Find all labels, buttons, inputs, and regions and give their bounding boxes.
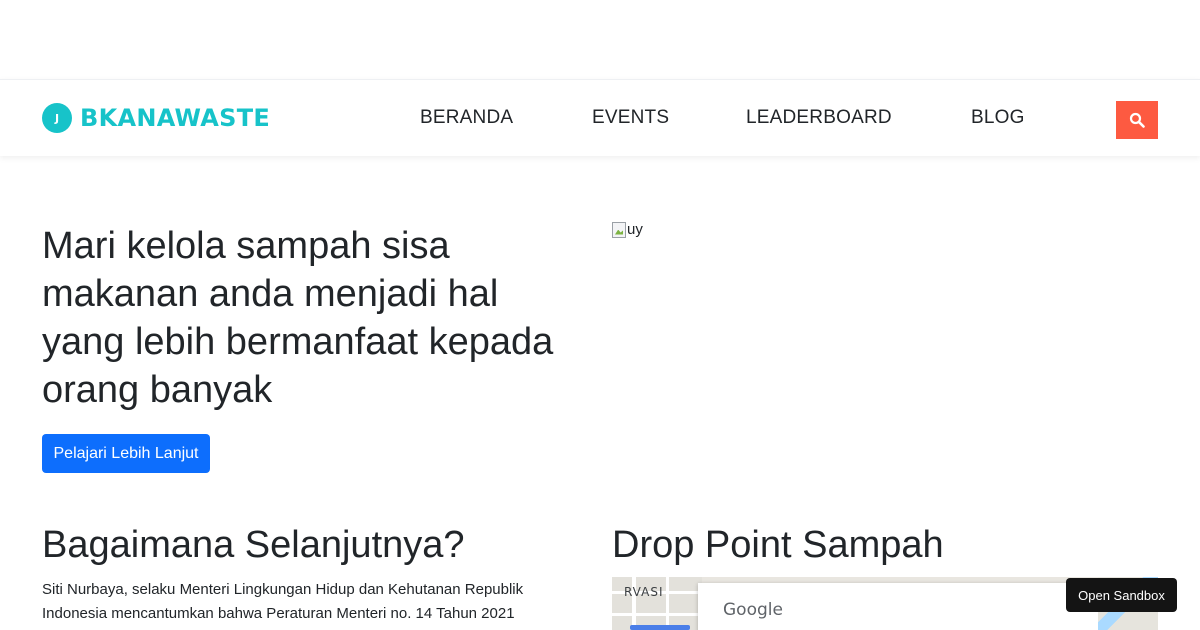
brand-badge: J <box>42 103 72 133</box>
broken-image-icon <box>612 221 626 238</box>
nav-link-leaderboard[interactable]: LEADERBOARD <box>746 107 892 129</box>
nav-link-events[interactable]: EVENTS <box>592 107 669 129</box>
map-road-highlight <box>630 625 690 630</box>
learn-more-button[interactable]: Pelajari Lebih Lanjut <box>42 434 210 473</box>
brand-name: BKANAWASTE <box>80 104 271 132</box>
hero-image-alt: uy <box>627 221 643 238</box>
hero-image: uy <box>612 221 643 238</box>
open-sandbox-button[interactable]: Open Sandbox <box>1066 578 1177 612</box>
hero-title: Mari kelola sampah sisa makanan anda men… <box>42 225 554 411</box>
next-section-text: Siti Nurbaya, selaku Menteri Lingkungan … <box>42 581 524 622</box>
navbar: J BKANAWASTE BERANDA EVENTS LEADERBOARD … <box>0 79 1200 156</box>
map-info-card: Google <box>698 583 1098 630</box>
map-street-label: RVASI <box>624 585 664 599</box>
nav-link-beranda[interactable]: BERANDA <box>420 107 513 129</box>
brand-logo-link[interactable]: J BKANAWASTE <box>42 103 270 133</box>
search-button[interactable] <box>1116 101 1158 139</box>
drop-point-title: Drop Point Sampah <box>612 524 944 566</box>
google-logo: Google <box>723 600 783 620</box>
next-section-title: Bagaimana Selanjutnya? <box>42 524 465 566</box>
search-icon <box>1129 112 1145 128</box>
nav-link-blog[interactable]: BLOG <box>971 107 1025 129</box>
